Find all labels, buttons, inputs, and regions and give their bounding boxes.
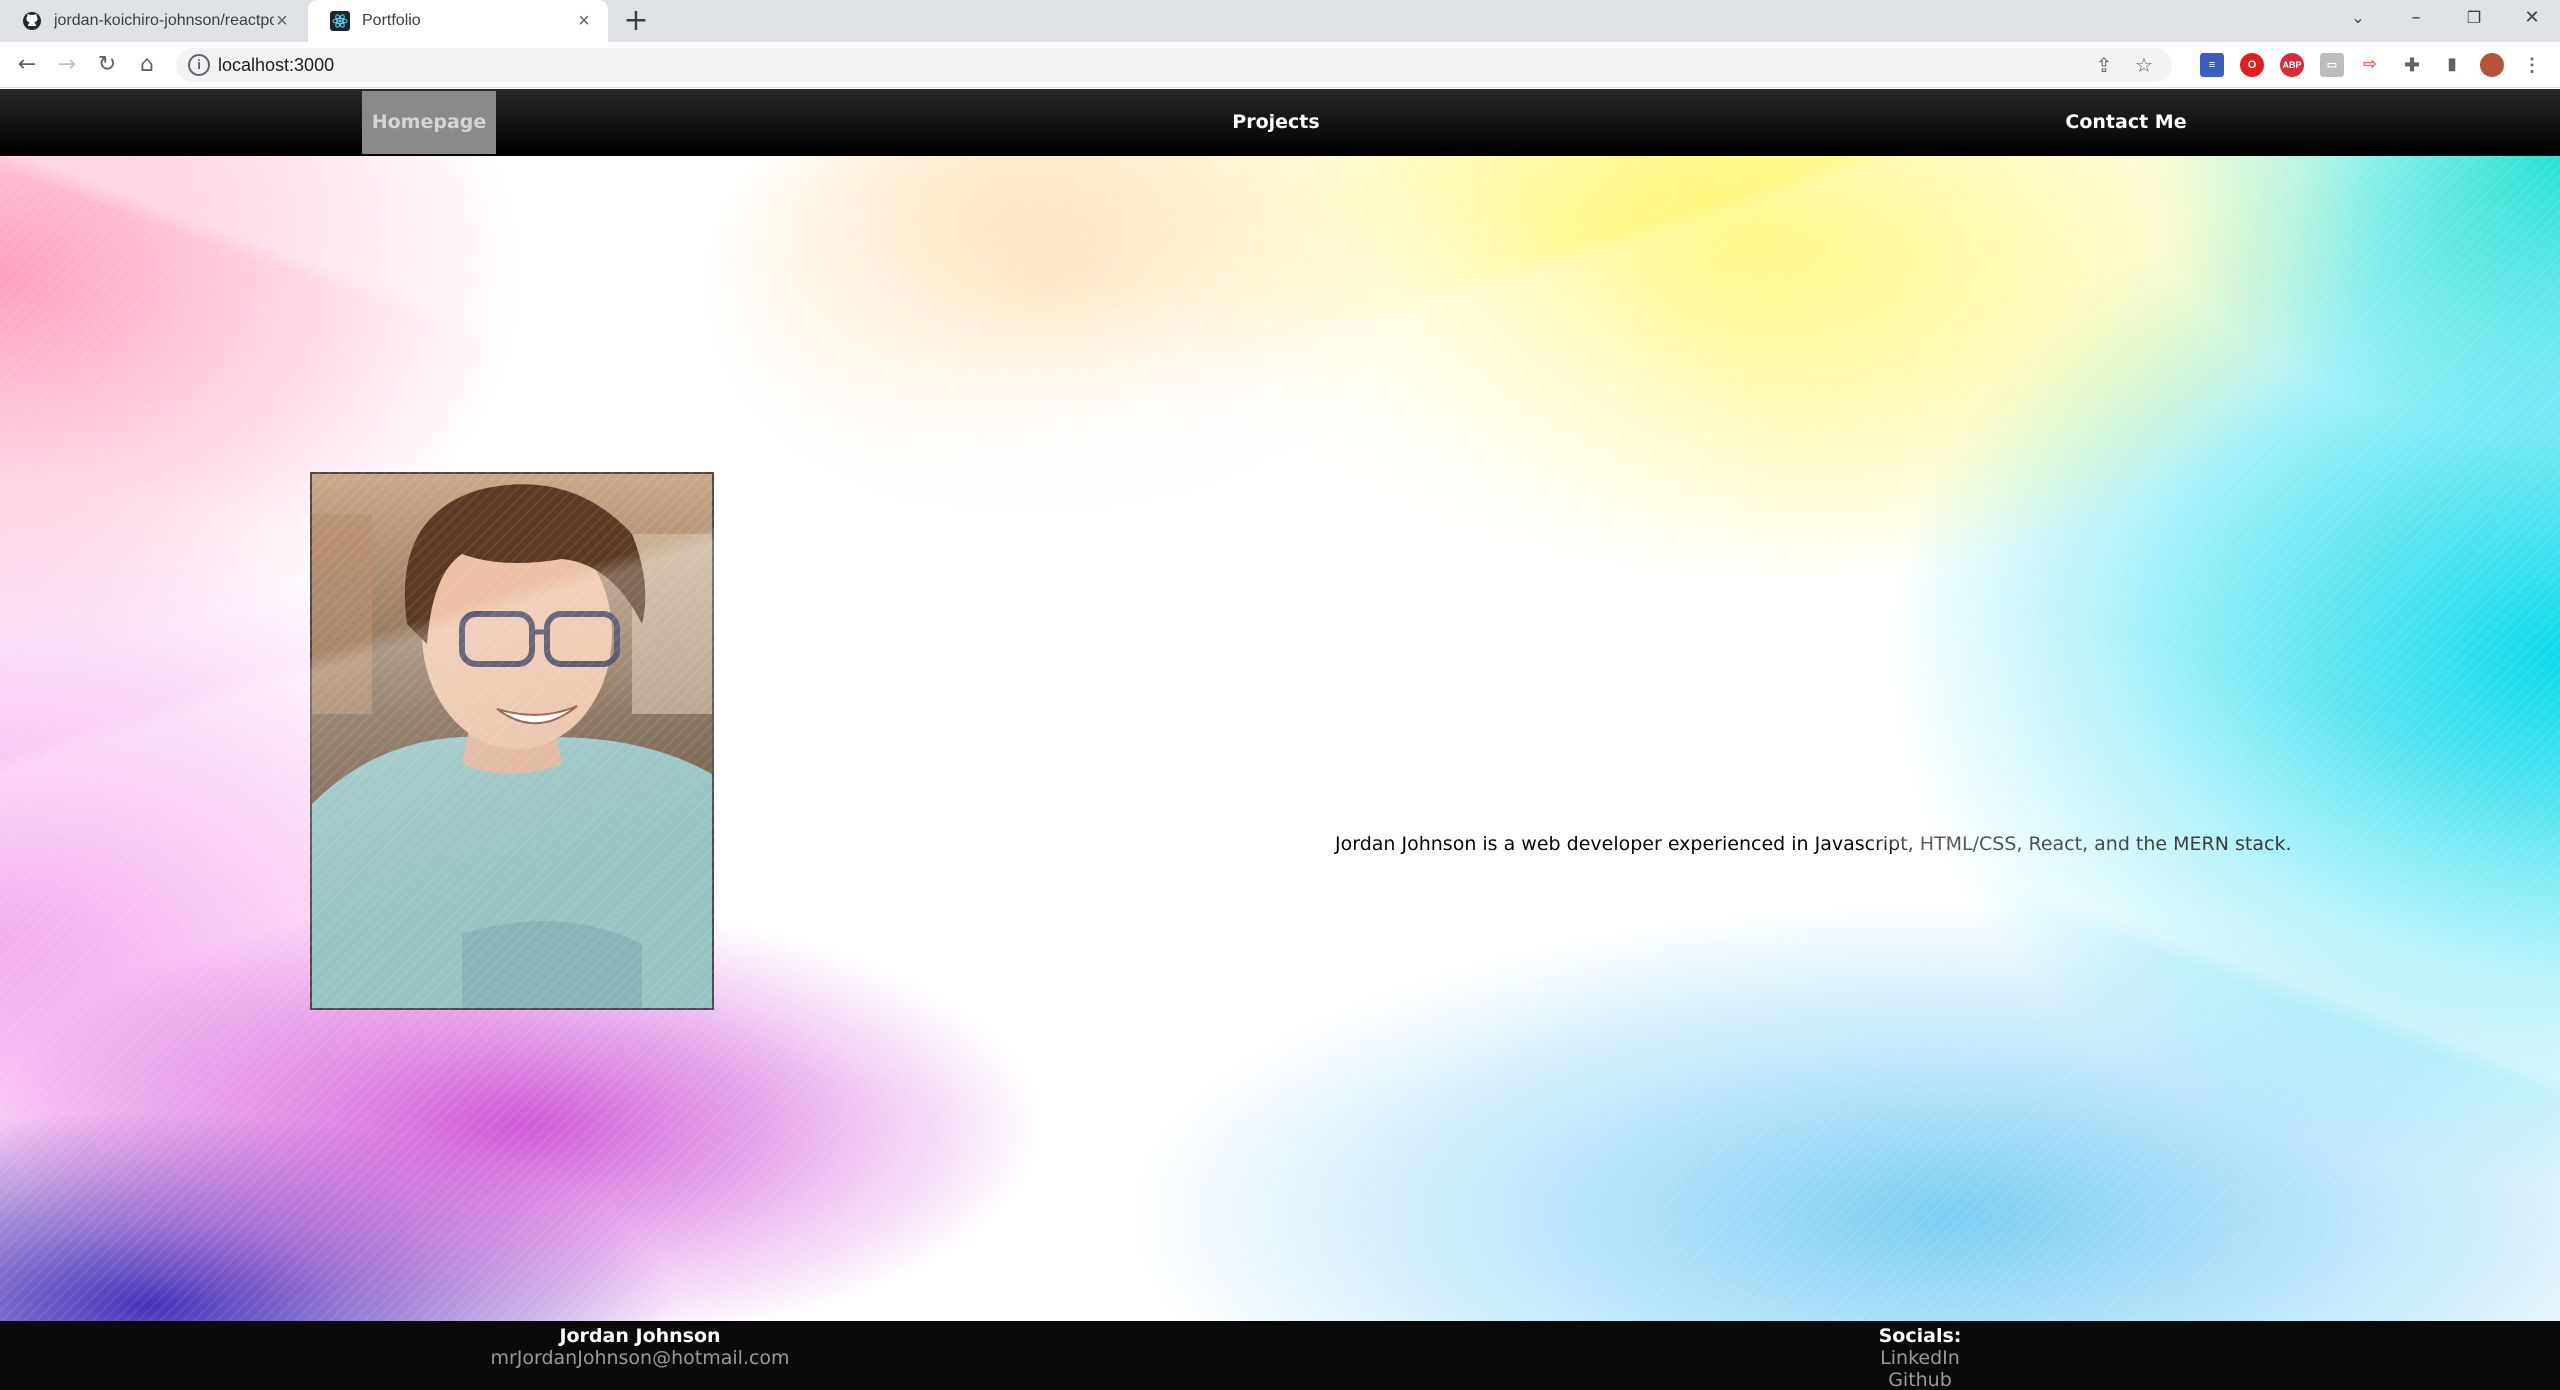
extensions-puzzle-icon[interactable]: ✚: [2400, 53, 2424, 77]
forward-icon[interactable]: →: [52, 50, 82, 80]
extension-arrow-icon[interactable]: ⇨: [2358, 53, 2382, 77]
extension-caption-icon[interactable]: ▭: [2320, 53, 2344, 77]
close-tab-icon[interactable]: ×: [574, 11, 594, 31]
footer-contact: Jordan Johnson mrJordanJohnson@hotmail.c…: [430, 1325, 850, 1369]
site-info-icon[interactable]: i: [188, 54, 210, 76]
footer-name: Jordan Johnson: [559, 1325, 721, 1347]
browser-tab-portfolio[interactable]: Portfolio ×: [308, 0, 608, 42]
extension-tabs-icon[interactable]: ≡: [2200, 53, 2224, 77]
tab-search-icon[interactable]: ⌄: [2330, 0, 2386, 38]
extension-adblock-icon[interactable]: ABP: [2280, 53, 2304, 77]
hero-section: Jordan Johnson is a web developer experi…: [0, 156, 2560, 1322]
tab-title: Portfolio: [362, 12, 421, 29]
portrait-photo: [310, 472, 714, 1010]
close-tab-icon[interactable]: ×: [272, 11, 292, 31]
address-url: localhost:3000: [218, 55, 335, 75]
github-link[interactable]: Github: [1770, 1369, 2070, 1390]
react-icon: [330, 11, 350, 31]
browser-toolbar: ← → ↻ ⌂ i localhost:3000 ⇪ ☆ ≡ O ABP ▭ ⇨…: [0, 42, 2560, 88]
portrait-illustration: [312, 474, 712, 1008]
reload-icon[interactable]: ↻: [92, 50, 122, 80]
tab-title: jordan-koichiro-johnson/reactpo: [54, 12, 274, 29]
browser-tab-github[interactable]: jordan-koichiro-johnson/reactpo ×: [0, 0, 306, 42]
browser-tabstrip: jordan-koichiro-johnson/reactpo × Portfo…: [0, 0, 2560, 42]
page-viewport: Homepage Projects Contact Me Jordan John…: [0, 89, 2560, 1390]
github-icon: [22, 11, 42, 31]
back-icon[interactable]: ←: [12, 50, 42, 80]
bookmark-star-icon[interactable]: ☆: [2132, 53, 2156, 77]
socials-heading: Socials:: [1878, 1325, 1962, 1347]
address-bar[interactable]: i localhost:3000 ⇪ ☆: [176, 48, 2172, 82]
minimize-icon[interactable]: –: [2388, 0, 2444, 38]
extension-opera-icon[interactable]: O: [2240, 53, 2264, 77]
share-icon[interactable]: ⇪: [2092, 53, 2116, 77]
close-window-icon[interactable]: ✕: [2504, 0, 2560, 38]
nav-homepage[interactable]: Homepage: [362, 91, 496, 154]
side-panel-icon[interactable]: ▮: [2440, 53, 2464, 77]
footer-email[interactable]: mrJordanJohnson@hotmail.com: [430, 1347, 850, 1369]
intro-text: Jordan Johnson is a web developer experi…: [1335, 833, 2292, 855]
site-navbar: Homepage Projects Contact Me: [0, 89, 2560, 156]
footer-socials: Socials: LinkedIn Github: [1770, 1325, 2070, 1390]
nav-projects[interactable]: Projects: [1210, 91, 1342, 154]
site-footer: Jordan Johnson mrJordanJohnson@hotmail.c…: [0, 1321, 2560, 1390]
new-tab-button[interactable]: +: [620, 6, 652, 38]
home-icon[interactable]: ⌂: [132, 50, 162, 80]
linkedin-link[interactable]: LinkedIn: [1770, 1347, 2070, 1369]
profile-avatar[interactable]: [2480, 53, 2504, 77]
restore-icon[interactable]: ❐: [2446, 0, 2502, 38]
nav-contact-me[interactable]: Contact Me: [2055, 91, 2197, 154]
browser-menu-icon[interactable]: ⋮: [2520, 53, 2544, 77]
